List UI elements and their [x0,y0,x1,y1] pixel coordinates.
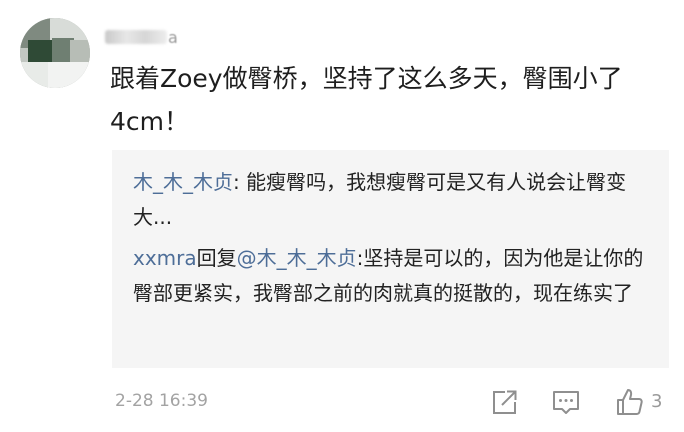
reply-nickname[interactable]: xxmra [133,246,197,270]
reply-button[interactable] [550,386,582,418]
reply-action: 回复 [196,246,237,270]
comment-timestamp: 2-28 16:39 [115,391,208,411]
share-icon [493,390,517,414]
comment-icon [553,391,579,414]
author-name[interactable]: a [105,27,178,47]
reply-nickname[interactable]: 木_木_木贞 [133,170,233,194]
replies-panel[interactable]: 木_木_木贞: 能瘦臀吗，我想瘦臀可是又有人说会让臀变大... xxmra回复@… [112,150,669,368]
avatar[interactable] [20,18,90,88]
comment-card: a 跟着Zoey做臀桥，坚持了这么多天，臀围小了4cm！ 木_木_木贞: 能瘦臀… [0,0,684,432]
like-count: 3 [651,391,663,412]
reply-item[interactable]: xxmra回复@木_木_木贞:坚持是可以的，因为他是让你的臀部更紧实，我臀部之前… [133,241,653,311]
like-button[interactable] [614,386,646,418]
reply-item[interactable]: 木_木_木贞: 能瘦臀吗，我想瘦臀可是又有人说会让臀变大... [133,165,653,235]
share-button[interactable] [489,386,521,418]
author-name-redacted [105,30,167,44]
reply-mention[interactable]: @木_木_木贞 [237,246,357,270]
comment-text: 跟着Zoey做臀桥，坚持了这么多天，臀围小了4cm！ [110,64,623,136]
thumbs-up-icon [617,389,643,415]
author-name-suffix: a [168,27,178,47]
